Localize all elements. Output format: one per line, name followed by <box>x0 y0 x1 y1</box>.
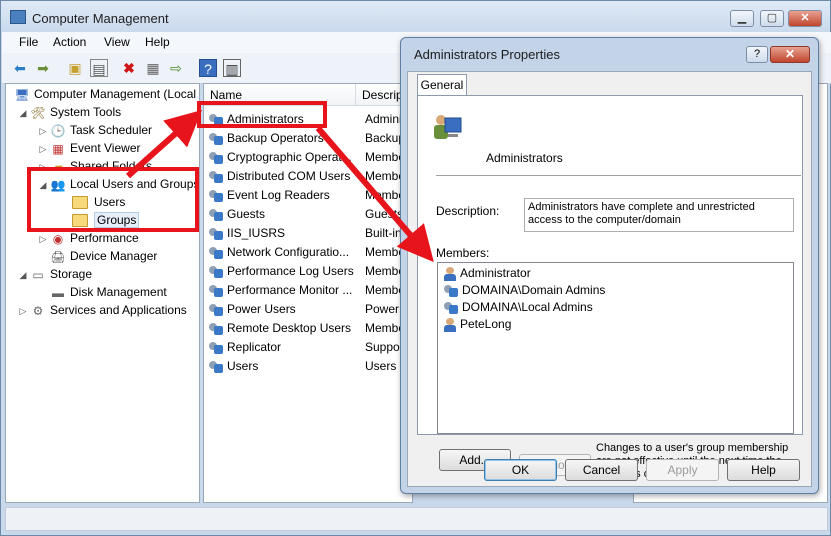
arrow-to-administrators <box>126 110 202 179</box>
arrow-to-members <box>315 126 434 263</box>
annotation-arrows <box>126 110 434 263</box>
